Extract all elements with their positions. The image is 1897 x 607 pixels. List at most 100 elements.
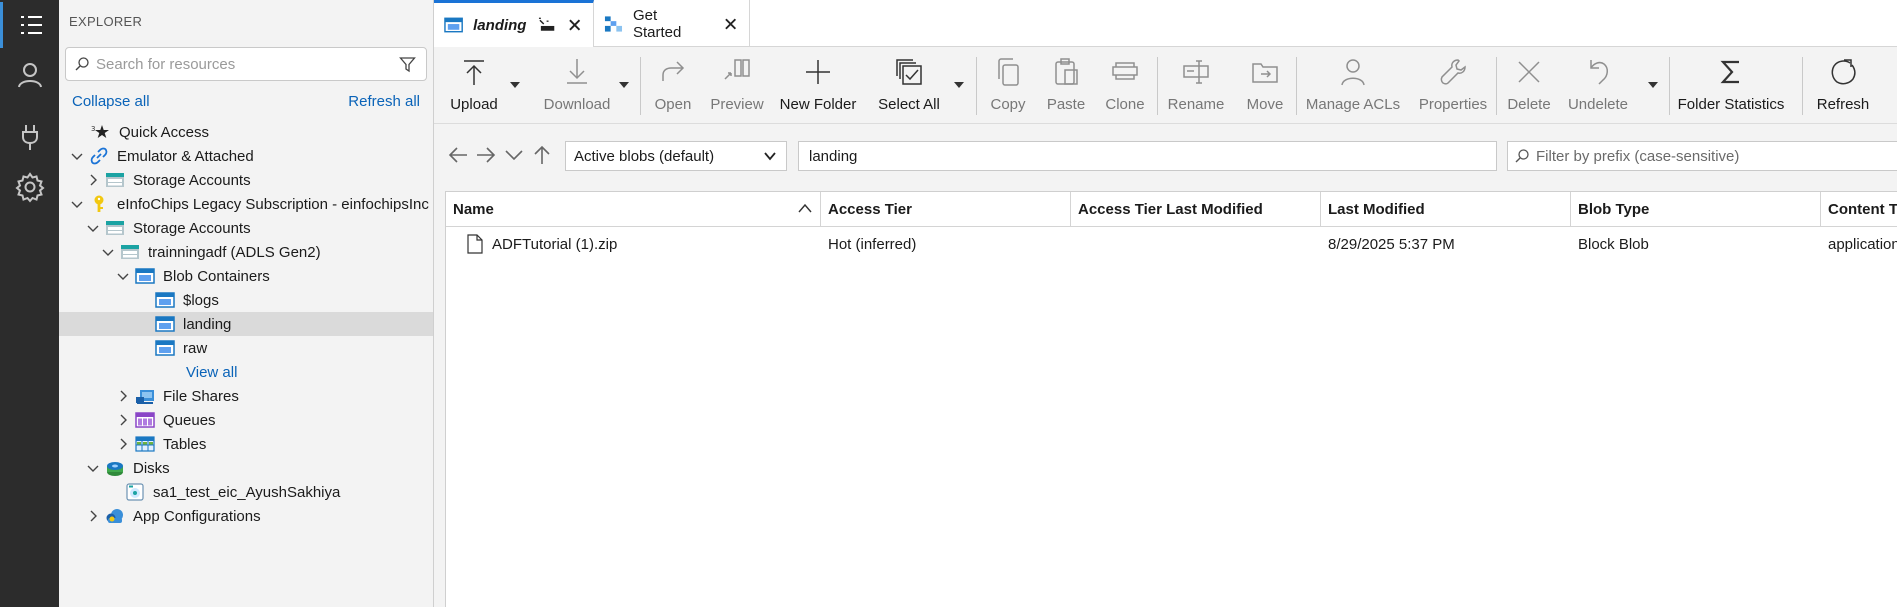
blob-container-icon (444, 17, 463, 33)
chevron-down-icon[interactable] (85, 460, 101, 476)
prefix-filter-input[interactable] (1536, 147, 1896, 165)
column-header-label: Access Tier (828, 201, 912, 218)
undelete-dropdown-caret-icon[interactable] (1647, 81, 1659, 89)
undelete-button[interactable]: Undelete (1563, 57, 1633, 117)
tab-get-started[interactable]: Get Started (594, 0, 750, 47)
account-activity-button[interactable] (0, 52, 59, 98)
paste-button[interactable]: Paste (1038, 57, 1094, 117)
resource-search-input[interactable] (96, 55, 386, 73)
recent-locations-button[interactable] (503, 144, 525, 166)
chevron-down-icon (505, 150, 523, 161)
refresh-button[interactable]: Refresh (1811, 57, 1875, 117)
tree-item-quick-access[interactable]: 3 Quick Access (59, 120, 433, 144)
view-all-link[interactable]: View all (186, 364, 237, 381)
tree-item-tables[interactable]: Tables (59, 432, 433, 456)
activity-bar (0, 0, 59, 607)
chevron-down-icon[interactable] (69, 148, 85, 164)
chevron-down-icon[interactable] (115, 268, 131, 284)
toolbar-separator (1157, 57, 1158, 115)
chevron-down-icon[interactable] (85, 220, 101, 236)
connect-activity-button[interactable] (0, 114, 59, 160)
column-header-label: Access Tier Last Modified (1078, 201, 1263, 218)
tree-item-disk-sa1[interactable]: sa1_test_eic_AyushSakhiya (59, 480, 433, 504)
close-icon[interactable] (568, 18, 581, 32)
column-header-blob-type[interactable]: Blob Type (1571, 192, 1821, 227)
rename-button[interactable]: Rename (1164, 57, 1228, 117)
tree-item-landing[interactable]: landing (59, 312, 433, 336)
preview-button[interactable]: Preview (707, 57, 767, 117)
chevron-right-icon[interactable] (85, 172, 101, 188)
column-header-access-tier-last-modified[interactable]: Access Tier Last Modified (1071, 192, 1321, 227)
chevron-right-icon[interactable] (115, 412, 131, 428)
upload-icon (464, 60, 484, 85)
upload-button[interactable]: Upload (444, 57, 504, 117)
tab-landing[interactable]: landing (434, 0, 594, 47)
up-level-button[interactable] (531, 144, 553, 166)
tree-item-logs[interactable]: $logs (59, 288, 433, 312)
preview-icon (724, 59, 750, 80)
chevron-right-icon[interactable] (85, 508, 101, 524)
tree-item-blob-containers[interactable]: Blob Containers (59, 264, 433, 288)
prefix-filter-box[interactable] (1507, 141, 1897, 171)
tree-item-emulator-attached[interactable]: Emulator & Attached (59, 144, 433, 168)
resource-search-box[interactable] (65, 47, 427, 81)
tree-item-emulator-storage-accounts[interactable]: Storage Accounts (59, 168, 433, 192)
tree-item-label: File Shares (163, 387, 239, 405)
clone-button[interactable]: Clone (1098, 57, 1152, 117)
column-header-name[interactable]: Name (446, 192, 821, 227)
tree-item-trainningadf[interactable]: trainningadf (ADLS Gen2) (59, 240, 433, 264)
download-button[interactable]: Download (537, 57, 617, 117)
tree-item-raw[interactable]: raw (59, 336, 433, 360)
tree-item-view-all[interactable]: View all (59, 360, 433, 384)
explorer-activity-button[interactable] (0, 2, 59, 48)
back-button[interactable] (447, 144, 469, 166)
open-button[interactable]: Open (648, 57, 698, 117)
manage-acls-button[interactable]: Manage ACLs (1303, 57, 1403, 117)
tree-item-storage-accounts[interactable]: Storage Accounts (59, 216, 433, 240)
download-dropdown-caret-icon[interactable] (618, 81, 630, 89)
chevron-right-icon[interactable] (115, 436, 131, 452)
toolbar-separator (1496, 57, 1497, 115)
new-folder-button[interactable]: New Folder (776, 57, 860, 117)
delete-button[interactable]: Delete (1504, 57, 1554, 117)
close-icon[interactable] (724, 17, 737, 31)
chevron-right-icon[interactable] (115, 388, 131, 404)
tree-item-disks[interactable]: Disks (59, 456, 433, 480)
toolbar-separator (976, 57, 977, 115)
paste-label: Paste (1046, 96, 1086, 113)
storage-account-icon (105, 170, 125, 190)
tree-item-subscription[interactable]: eInfoChips Legacy Subscription - einfoch… (59, 192, 433, 216)
path-input[interactable]: landing (798, 141, 1497, 171)
settings-activity-button[interactable] (0, 164, 59, 210)
explorer-title: EXPLORER (69, 14, 143, 29)
tree-item-queues[interactable]: Queues (59, 408, 433, 432)
column-header-last-modified[interactable]: Last Modified (1321, 192, 1571, 227)
properties-button[interactable]: Properties (1418, 57, 1488, 117)
tree-item-label: Quick Access (119, 123, 210, 141)
column-header-access-tier[interactable]: Access Tier (821, 192, 1071, 227)
tree-item-label: sa1_test_eic_AyushSakhiya (153, 483, 341, 501)
copy-button[interactable]: Copy (983, 57, 1033, 117)
blob-view-select[interactable]: Active blobs (default) (565, 141, 787, 171)
blob-grid: Name Access Tier Access Tier Last Modifi… (445, 191, 1897, 607)
file-icon (467, 234, 483, 254)
chevron-down-icon[interactable] (100, 244, 116, 260)
upload-dropdown-caret-icon[interactable] (509, 81, 521, 89)
collapse-all-link[interactable]: Collapse all (72, 93, 150, 110)
column-header-content-type[interactable]: Content Type (1821, 192, 1897, 227)
chevron-down-icon[interactable] (69, 196, 85, 212)
tab-bar: landing Get Started (434, 0, 1897, 47)
table-row[interactable]: ADFTutorial (1).zip Hot (inferred) 8/29/… (446, 228, 1897, 260)
toolbar-separator (1802, 57, 1803, 115)
tree-item-app-configurations[interactable]: App Configurations (59, 504, 433, 528)
folder-statistics-button[interactable]: Folder Statistics (1677, 57, 1785, 117)
filter-icon[interactable] (399, 56, 416, 73)
select-all-dropdown-caret-icon[interactable] (953, 81, 965, 89)
forward-button[interactable] (475, 144, 497, 166)
refresh-icon (1831, 59, 1856, 85)
select-all-button[interactable]: Select All (875, 57, 943, 117)
move-button[interactable]: Move (1240, 57, 1290, 117)
tree-item-file-shares[interactable]: File Shares (59, 384, 433, 408)
link-icon (89, 146, 109, 166)
refresh-all-link[interactable]: Refresh all (348, 93, 420, 110)
